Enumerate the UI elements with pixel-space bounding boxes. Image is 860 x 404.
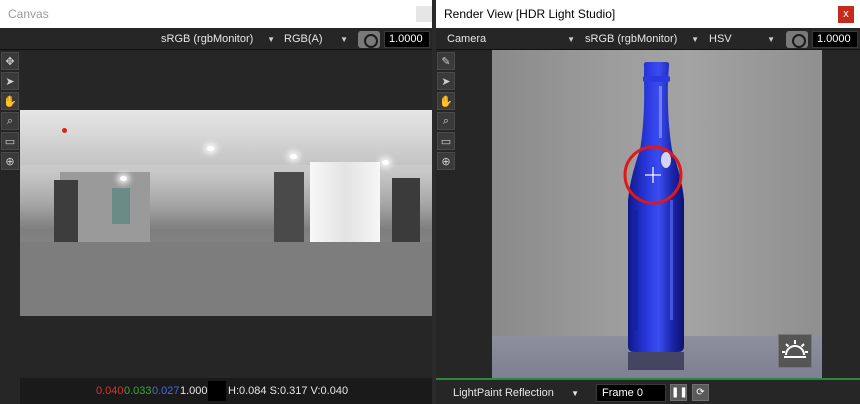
bottle-render-image[interactable]	[492, 50, 822, 378]
pixel-red-value: 0.040	[96, 385, 124, 397]
canvas-toolbar: sRGB (rgbMonitor) ▼ RGB(A) ▼ 1.0000	[0, 28, 432, 50]
pixel-blue-value: 0.027	[152, 385, 180, 397]
hand-icon[interactable]: ✋	[437, 92, 455, 110]
region-select-icon[interactable]: ▭	[1, 132, 19, 150]
cursor-icon[interactable]: ➤	[1, 72, 19, 90]
zoom-icon[interactable]: ⌕	[437, 112, 455, 130]
close-icon: x	[843, 8, 849, 20]
pixel-hsv-value: H:0.084 S:0.317 V:0.040	[228, 385, 349, 397]
lightpaint-mode-dropdown[interactable]: LightPaint Reflection ▼	[450, 384, 582, 402]
canvas-channel-dropdown[interactable]: RGB(A) ▼	[281, 31, 351, 47]
render-exposure-field[interactable]: 1.0000	[812, 31, 858, 48]
canvas-panel: Canvas sRGB (rgbMonitor) ▼ RGB(A) ▼ 1.00…	[0, 0, 432, 404]
hdri-panorama-image[interactable]	[20, 110, 432, 316]
paint-brush-icon[interactable]: ✎	[437, 52, 455, 70]
render-mode-dropdown[interactable]: HSV ▼	[706, 31, 778, 47]
cursor-icon[interactable]: ➤	[437, 72, 455, 90]
chevron-down-icon: ▼	[571, 388, 579, 398]
pixel-alpha-value: 1.000	[180, 385, 208, 397]
hand-icon[interactable]: ✋	[1, 92, 19, 110]
canvas-colorspace-value: sRGB (rgbMonitor)	[161, 33, 254, 45]
zoom-region-icon[interactable]: ⊕	[437, 152, 455, 170]
refresh-button[interactable]: ⟳	[692, 384, 709, 401]
canvas-viewport[interactable]	[20, 50, 432, 378]
move-icon[interactable]: ✥	[1, 52, 19, 70]
chevron-down-icon: ▼	[567, 34, 575, 44]
exposure-knob-icon[interactable]	[786, 31, 808, 48]
sun-horizon-icon[interactable]	[778, 334, 812, 368]
close-button[interactable]: x	[838, 6, 854, 23]
light-position-marker[interactable]	[62, 128, 67, 133]
render-tool-sidebar: ✎ ➤ ✋ ⌕ ▭ ⊕	[436, 50, 456, 404]
chevron-down-icon: ▼	[767, 34, 775, 44]
canvas-title-button[interactable]	[416, 6, 432, 22]
refresh-icon: ⟳	[696, 387, 705, 398]
render-title: Render View [HDR Light Studio]	[444, 7, 616, 21]
canvas-colorspace-dropdown[interactable]: sRGB (rgbMonitor) ▼	[158, 31, 278, 47]
region-select-icon[interactable]: ▭	[437, 132, 455, 150]
canvas-title: Canvas	[8, 7, 49, 21]
frame-field[interactable]: Frame 0	[596, 384, 666, 402]
zoom-region-icon[interactable]: ⊕	[1, 152, 19, 170]
pixel-swatch	[208, 381, 226, 401]
canvas-tool-sidebar: ✥ ➤ ✋ ⌕ ▭ ⊕	[0, 50, 20, 404]
exposure-knob-icon[interactable]	[358, 31, 380, 48]
canvas-titlebar: Canvas	[0, 0, 432, 28]
canvas-exposure-field[interactable]: 1.0000	[384, 31, 430, 48]
pixel-green-value: 0.033	[124, 385, 152, 397]
canvas-status-bar: 0.040 0.033 0.027 1.000 H:0.084 S:0.317 …	[20, 378, 432, 404]
lightpaint-mode-value: LightPaint Reflection	[453, 387, 554, 399]
render-titlebar: Render View [HDR Light Studio] x	[436, 0, 860, 28]
pause-icon: ❚❚	[671, 387, 688, 398]
render-bottom-bar: LightPaint Reflection ▼ Frame 0 ❚❚ ⟳	[436, 378, 860, 404]
render-colorspace-dropdown[interactable]: sRGB (rgbMonitor) ▼	[582, 31, 702, 47]
render-view-panel: Render View [HDR Light Studio] x Camera …	[436, 0, 860, 404]
chevron-down-icon: ▼	[691, 34, 699, 44]
render-mode-value: HSV	[709, 33, 732, 45]
zoom-icon[interactable]: ⌕	[1, 112, 19, 130]
camera-dropdown[interactable]: Camera ▼	[444, 31, 578, 47]
chevron-down-icon: ▼	[340, 34, 348, 44]
render-viewport[interactable]	[492, 50, 822, 378]
render-toolbar: Camera ▼ sRGB (rgbMonitor) ▼ HSV ▼ 1.000…	[436, 28, 860, 50]
chevron-down-icon: ▼	[267, 34, 275, 44]
camera-value: Camera	[447, 33, 487, 45]
render-colorspace-value: sRGB (rgbMonitor)	[585, 33, 678, 45]
pause-button[interactable]: ❚❚	[670, 384, 688, 401]
canvas-channel-value: RGB(A)	[284, 33, 323, 45]
